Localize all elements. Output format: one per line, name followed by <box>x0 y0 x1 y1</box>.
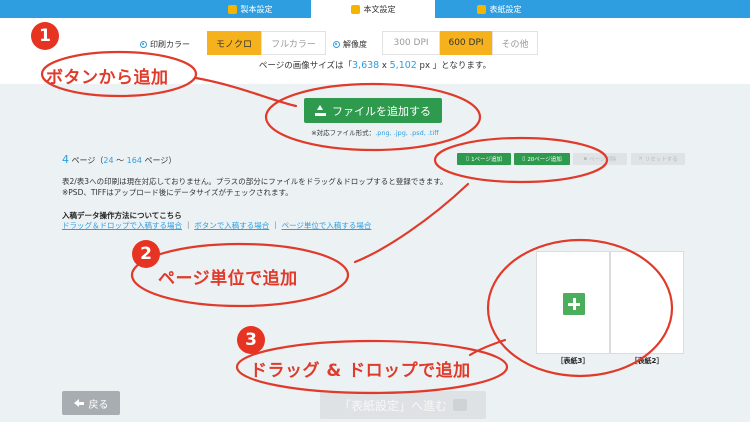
supported-formats: ※対応ファイル形式：.png, .jpg, .psd, .tiff <box>300 127 450 137</box>
guide-separator: ｜ <box>184 221 192 230</box>
print-color-full-option[interactable]: フルカラー <box>261 31 326 55</box>
guide-link-page-unit[interactable]: ページ単位で入稿する場合 <box>282 221 372 230</box>
image-size-suffix: px 」となります。 <box>416 61 492 71</box>
guide-links: ドラッグ＆ドロップで入稿する場合 ｜ ボタンで入稿する場合 ｜ ページ単位で入稿… <box>62 220 371 231</box>
annotation-1-badge: 1 <box>31 22 59 50</box>
annotation-1-text: ボタンから追加 <box>46 68 169 88</box>
trash-icon: ▪ <box>583 156 588 162</box>
add-one-page-label: 1ページ追加 <box>471 157 502 163</box>
pages-icon: ▯ <box>522 156 526 162</box>
tab-binding-settings[interactable]: 製本設定 <box>190 0 310 18</box>
print-color-mono-option[interactable]: モノクロ <box>207 31 261 55</box>
guide-separator: ｜ <box>271 221 280 230</box>
cover-2-label: ［表紙2］ <box>630 357 664 365</box>
page-range-suffix: ページ） <box>141 156 177 165</box>
delete-page-label: ページ削除 <box>589 157 617 163</box>
next-cover-settings-button[interactable]: 「表紙設定」へ進む <box>320 391 486 419</box>
print-color-label: 印刷カラー <box>140 39 190 50</box>
cover-3-dropzone[interactable] <box>536 251 610 354</box>
radio-icon <box>140 41 147 48</box>
document-icon <box>350 4 360 14</box>
resolution-label-text: 解像度 <box>343 40 367 49</box>
print-color-label-text: 印刷カラー <box>150 40 190 49</box>
page-count-unit: ページ（ <box>71 156 104 165</box>
page-range-tilde: ～ <box>113 156 127 165</box>
page-range-to: 164 <box>126 156 142 165</box>
top-tab-bar: 製本設定 本文設定 表紙設定 <box>0 0 750 18</box>
resolution-other-option[interactable]: その他 <box>492 31 538 55</box>
tab-cover-settings[interactable]: 表紙設定 <box>437 0 561 18</box>
add-file-button[interactable]: ファイルを追加する <box>304 98 442 123</box>
page-count: 4 ページ（24 ～ 164 ページ） <box>62 153 176 166</box>
image-size-height: 5,102 <box>389 60 417 71</box>
tab-binding-settings-label: 製本設定 <box>240 4 273 14</box>
back-arrow-icon <box>73 399 84 407</box>
tab-cover-settings-label: 表紙設定 <box>489 4 522 14</box>
upload-notice: 表2/表3への印刷は現在対応しておりません。プラスの部分にファイルをドラッグ＆ド… <box>62 176 448 198</box>
book-icon <box>476 4 486 14</box>
cover-3-label: ［表紙3］ <box>556 357 590 365</box>
page-range-from: 24 <box>103 156 114 165</box>
camera-icon <box>453 399 467 411</box>
formats-prefix: ※対応ファイル形式： <box>311 129 376 137</box>
add-one-page-button[interactable]: ▯ 1ページ追加 <box>457 153 511 165</box>
annotation-3-text: ドラッグ & ドロップで追加 <box>250 361 471 381</box>
annotation-3-badge: 3 <box>237 326 265 354</box>
back-button[interactable]: 戻る <box>62 391 120 415</box>
close-icon: ✕ <box>638 156 643 162</box>
add-twenty-pages-button[interactable]: ▯ 20ページ追加 <box>514 153 570 165</box>
image-size-width: 3,638 <box>352 60 380 71</box>
next-button-label: 「表紙設定」へ進む <box>338 398 447 413</box>
cover-2-card <box>610 251 684 354</box>
notice-line-2: ※PSD、TIFFはアップロード後にデータサイズがチェックされます。 <box>62 188 293 197</box>
radio-icon <box>333 41 340 48</box>
image-size-prefix: ページの画像サイズは「 <box>258 61 352 71</box>
back-button-label: 戻る <box>88 399 109 411</box>
delete-page-button[interactable]: ▪ ページ削除 <box>573 153 627 165</box>
resolution-300-option[interactable]: 300 DPI <box>382 31 440 55</box>
annotation-2-badge: 2 <box>132 240 160 268</box>
formats-list: .png, .jpg, .psd, .tiff <box>375 129 439 137</box>
add-file-button-label: ファイルを追加する <box>332 104 431 118</box>
tab-body-settings[interactable]: 本文設定 <box>311 0 435 18</box>
page-icon: ▯ <box>466 156 470 162</box>
resolution-label: 解像度 <box>333 39 367 50</box>
reset-button[interactable]: ✕ リセットする <box>631 153 685 165</box>
upload-icon <box>315 105 326 116</box>
resolution-600-option[interactable]: 600 DPI <box>440 31 492 55</box>
plus-icon[interactable] <box>563 293 585 315</box>
guide-link-drag-drop[interactable]: ドラッグ＆ドロップで入稿する場合 <box>62 221 182 230</box>
add-twenty-pages-label: 20ページ追加 <box>527 157 562 163</box>
annotation-2-text: ページ単位で追加 <box>158 269 298 289</box>
page-count-number: 4 <box>62 153 69 166</box>
guide-link-button[interactable]: ボタンで入稿する場合 <box>194 221 269 230</box>
notice-line-1: 表2/表3への印刷は現在対応しておりません。プラスの部分にファイルをドラッグ＆ド… <box>62 177 448 186</box>
image-size-sep: x <box>379 61 390 71</box>
gear-icon <box>227 4 237 14</box>
reset-label: リセットする <box>644 157 678 163</box>
tab-body-settings-label: 本文設定 <box>363 4 396 14</box>
